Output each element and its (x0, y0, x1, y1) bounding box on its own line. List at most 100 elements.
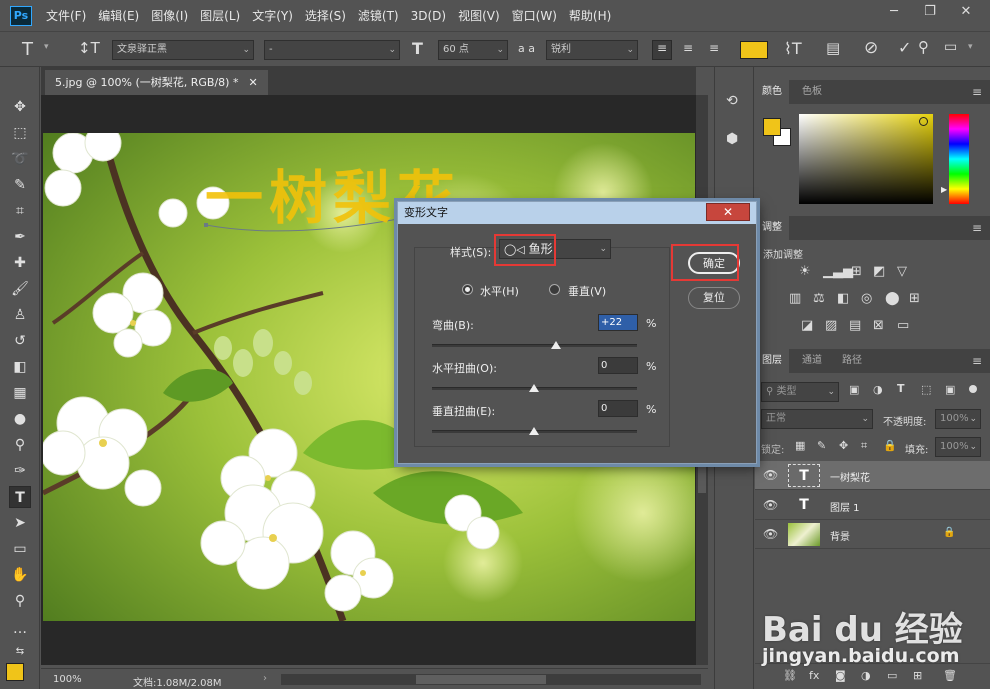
color-field[interactable] (799, 114, 933, 204)
text-color-swatch[interactable] (740, 41, 768, 59)
tool-preset-arrow-icon[interactable]: ▾ (44, 42, 49, 52)
selective-color-icon[interactable]: ⊠ (873, 318, 884, 333)
tab-paths[interactable]: 路径 (835, 349, 869, 373)
levels-icon[interactable]: ▁▃▅ (823, 264, 853, 279)
menu-select[interactable]: 选择(S) (305, 7, 346, 24)
clone-stamp-tool-icon[interactable]: ♙ (9, 304, 31, 326)
workspace-arrow-icon[interactable]: ▾ (968, 42, 973, 52)
photo-filter-icon[interactable]: ◎ (861, 291, 872, 306)
character-panel-icon[interactable]: ▤ (826, 39, 840, 57)
type-tool-icon[interactable]: T (9, 486, 31, 508)
lock-all-icon[interactable]: 🔒 (883, 439, 897, 452)
minimize-icon[interactable]: ─ (884, 4, 904, 20)
new-group-icon[interactable]: ▭ (887, 669, 897, 682)
warp-text-icon[interactable]: ⌇T (784, 39, 802, 58)
posterize-icon[interactable]: ▨ (825, 318, 837, 333)
search-icon[interactable]: ⚲ (918, 38, 929, 56)
menu-help[interactable]: 帮助(H) (569, 7, 611, 24)
invert-icon[interactable]: ◪ (801, 318, 813, 333)
visibility-eye-icon[interactable]: 👁 (763, 527, 778, 541)
lock-transparent-icon[interactable]: ▦ (795, 439, 805, 452)
zoom-level[interactable]: 100% (53, 674, 82, 685)
tab-close-icon[interactable]: ✕ (248, 76, 257, 89)
threshold-icon[interactable]: ▤ (849, 318, 861, 333)
path-select-tool-icon[interactable]: ➤ (9, 512, 31, 534)
gradient-map-icon[interactable]: ▭ (897, 318, 909, 333)
rectangle-tool-icon[interactable]: ▭ (9, 538, 31, 560)
filter-toggle-icon[interactable] (969, 385, 977, 393)
layer-name[interactable]: 背景 (830, 528, 850, 543)
lock-artboard-icon[interactable]: ⌗ (861, 439, 867, 453)
fg-color-swatch[interactable] (763, 118, 781, 136)
lasso-tool-icon[interactable]: ➰ (9, 148, 31, 170)
crop-tool-icon[interactable]: ⌗ (9, 200, 31, 222)
layer-kind-filter[interactable]: ⚲ 类型 ⌄ (761, 382, 839, 402)
dodge-tool-icon[interactable]: ⚲ (9, 434, 31, 456)
black-white-icon[interactable]: ◧ (837, 291, 849, 306)
color-lookup-icon[interactable]: ⊞ (909, 291, 920, 306)
visibility-eye-icon[interactable]: 👁 (763, 468, 778, 482)
brush-tool-icon[interactable]: 🖌 (9, 278, 31, 300)
filter-type-icon[interactable]: T (897, 382, 905, 395)
bend-slider-thumb[interactable] (551, 341, 561, 349)
document-tab[interactable]: 5.jpg @ 100% (一树梨花, RGB/8) * ✕ (45, 70, 268, 95)
menu-filter[interactable]: 滤镜(T) (358, 7, 399, 24)
menu-layer[interactable]: 图层(L) (200, 7, 240, 24)
menu-image[interactable]: 图像(I) (151, 7, 188, 24)
color-panel-menu-icon[interactable]: ≡ (972, 85, 982, 99)
horizontal-scrollbar[interactable] (281, 674, 701, 685)
link-layers-icon[interactable]: ⛓ (783, 669, 797, 682)
tab-color[interactable]: 颜色 (755, 80, 789, 104)
menu-view[interactable]: 视图(V) (458, 7, 500, 24)
bend-input[interactable]: +22 (598, 314, 638, 331)
zoom-tool-icon[interactable]: ⚲ (9, 590, 31, 612)
menu-type[interactable]: 文字(Y) (252, 7, 293, 24)
delete-layer-icon[interactable]: 🗑 (943, 669, 957, 682)
3d-panel-icon[interactable]: ⬢ (726, 131, 738, 147)
lock-pixels-icon[interactable]: ✎ (817, 439, 826, 452)
more-tools-icon[interactable]: … (9, 618, 31, 640)
close-icon[interactable]: ✕ (956, 4, 976, 20)
filter-shape-icon[interactable]: ⬚ (921, 383, 931, 396)
visibility-eye-icon[interactable]: 👁 (763, 498, 778, 512)
healing-brush-tool-icon[interactable]: ✚ (9, 252, 31, 274)
add-mask-icon[interactable]: ◙ (835, 669, 846, 682)
menu-3d[interactable]: 3D(D) (411, 9, 446, 23)
hdistort-input[interactable]: 0 (598, 357, 638, 374)
history-panel-icon[interactable]: ⟲ (726, 93, 738, 109)
layer-name[interactable]: 一树梨花 (830, 469, 870, 484)
horizontal-radio[interactable] (462, 284, 473, 295)
layers-panel-menu-icon[interactable]: ≡ (972, 354, 982, 368)
vertical-radio[interactable] (549, 284, 560, 295)
menu-window[interactable]: 窗口(W) (512, 7, 557, 24)
hdistort-slider-thumb[interactable] (529, 384, 539, 392)
align-left-icon[interactable]: ≡ (652, 40, 672, 60)
history-brush-tool-icon[interactable]: ↺ (9, 330, 31, 352)
hue-sat-icon[interactable]: ▥ (789, 291, 801, 306)
tab-layers[interactable]: 图层 (755, 349, 789, 373)
font-size-select[interactable]: 60 点 ⌄ (438, 40, 508, 60)
vibrance-icon[interactable]: ▽ (897, 264, 907, 279)
channel-mixer-icon[interactable]: ⬤ (885, 291, 900, 306)
fill-input[interactable]: 100% ⌄ (935, 437, 981, 457)
foreground-color-swatch[interactable] (6, 663, 24, 681)
quick-select-tool-icon[interactable]: ✎ (9, 174, 31, 196)
menu-edit[interactable]: 编辑(E) (98, 7, 139, 24)
filter-pixel-icon[interactable]: ▣ (849, 383, 859, 396)
eraser-tool-icon[interactable]: ◧ (9, 356, 31, 378)
marquee-tool-icon[interactable]: ⬚ (9, 122, 31, 144)
tab-adjustments[interactable]: 调整 (755, 216, 789, 240)
commit-icon[interactable]: ✓ (898, 38, 911, 57)
pen-tool-icon[interactable]: ✑ (9, 460, 31, 482)
align-right-icon[interactable]: ≡ (704, 41, 724, 55)
blend-mode-select[interactable]: 正常 ⌄ (761, 409, 873, 429)
text-orientation-icon[interactable]: ↕T (78, 39, 100, 57)
vdistort-slider-thumb[interactable] (529, 427, 539, 435)
eyedropper-tool-icon[interactable]: ✒ (9, 226, 31, 248)
workspace-icon[interactable]: ▭ (944, 39, 957, 55)
status-arrow-icon[interactable]: › (263, 673, 267, 684)
exposure-icon[interactable]: ◩ (873, 264, 885, 279)
opacity-input[interactable]: 100% ⌄ (935, 409, 981, 429)
antialias-select[interactable]: 锐利 ⌄ (546, 40, 638, 60)
move-tool-icon[interactable]: ✥ (9, 96, 31, 118)
